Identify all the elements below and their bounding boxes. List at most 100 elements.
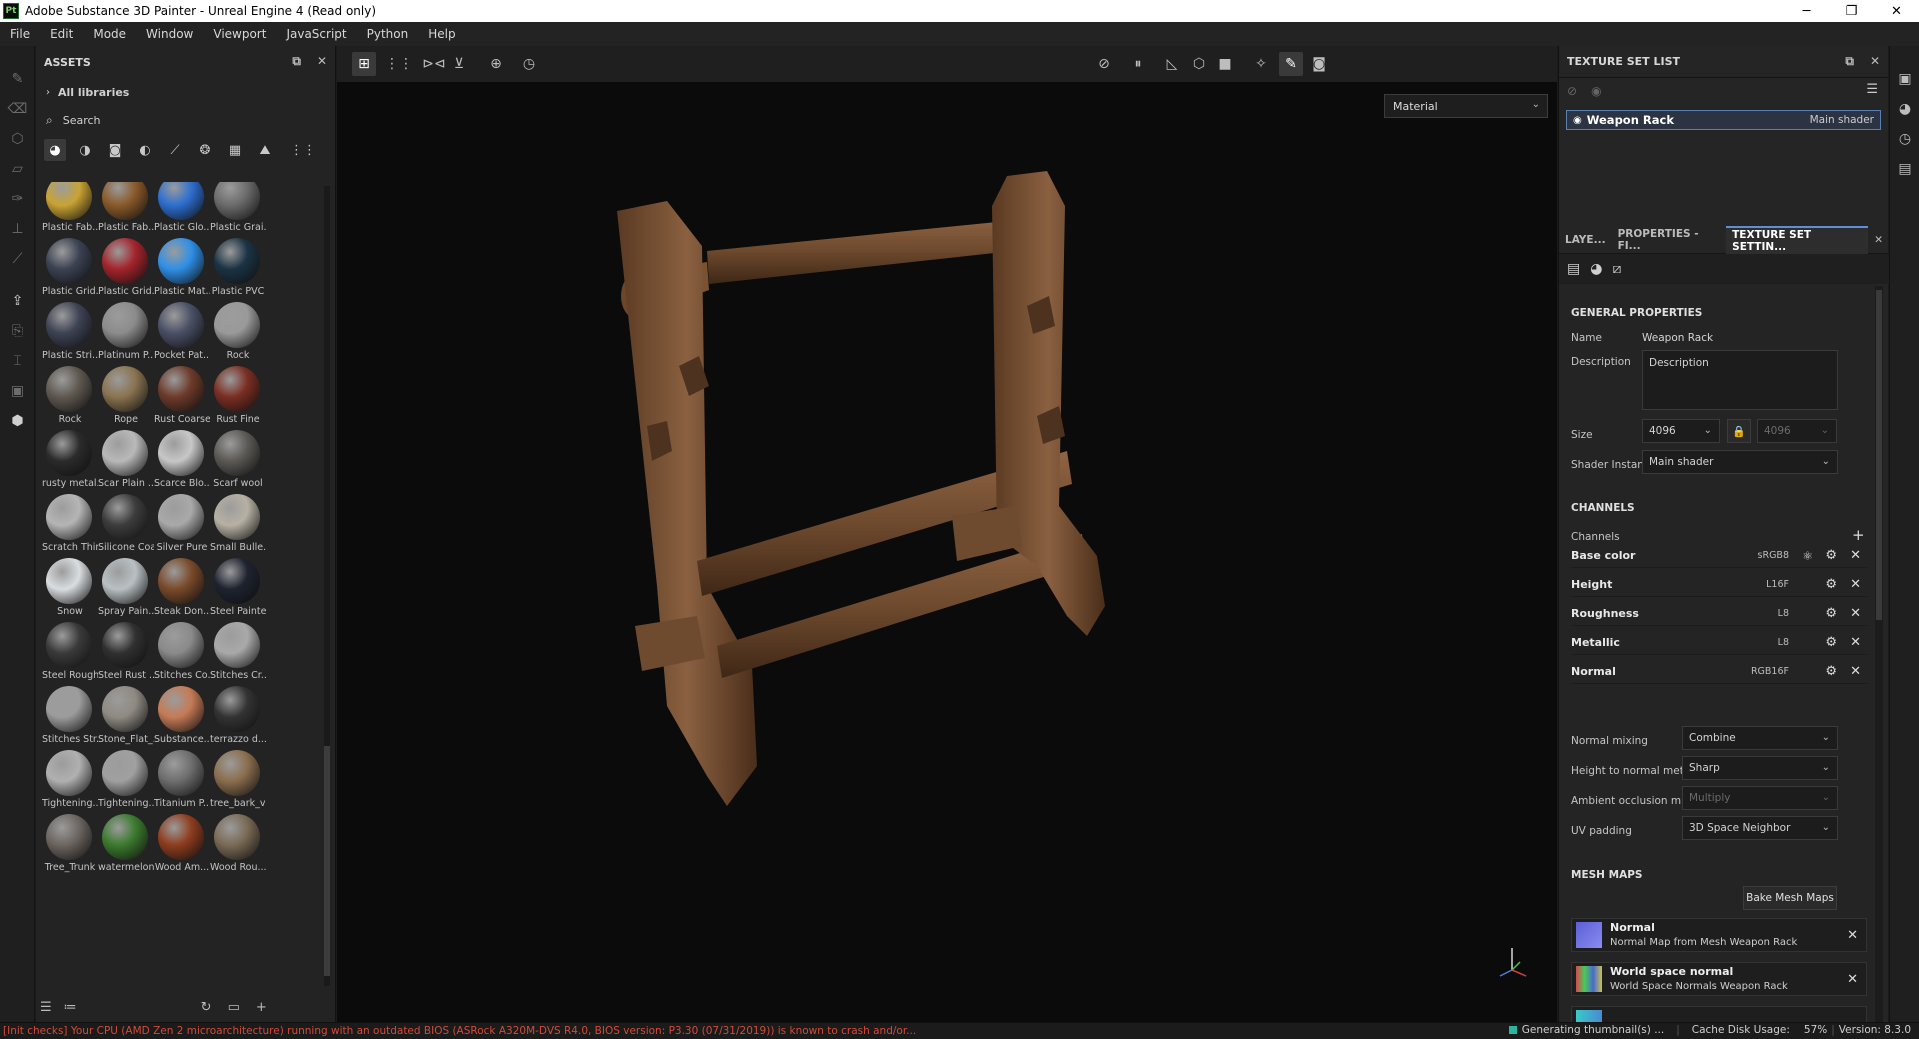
refresh-icon[interactable]: ↻ <box>201 1000 212 1015</box>
mesh-icon[interactable]: ⬢ <box>0 406 35 436</box>
tab-layers[interactable]: LAYE... <box>1559 226 1612 254</box>
history-icon[interactable]: ◷ <box>1890 124 1919 154</box>
eraser-icon[interactable]: ⌫ <box>0 94 35 124</box>
gear-icon[interactable]: ⚙ <box>1825 548 1837 563</box>
align-icon[interactable]: ⊻ <box>447 52 471 76</box>
gear-icon[interactable]: ⚙ <box>1825 577 1837 592</box>
mesh-map-item[interactable]: Normal Normal Map from Mesh Weapon Rack … <box>1571 918 1867 952</box>
projection-icon[interactable]: ⬡ <box>0 124 35 154</box>
search-input[interactable]: Search <box>63 114 101 127</box>
hide-icon[interactable]: ⊘ <box>1092 52 1116 76</box>
palette-icon[interactable]: ⚛ <box>1802 549 1813 563</box>
mesh-map-item[interactable] <box>1571 1006 1867 1022</box>
settings-scrollbar[interactable] <box>1875 286 1883 1022</box>
texture-set-item[interactable]: ◉ Weapon Rack Main shader <box>1566 110 1881 130</box>
eye-icon[interactable]: ◉ <box>1591 84 1601 98</box>
alphas-filter-icon[interactable]: ❂ <box>194 139 216 161</box>
size-select[interactable]: 4096 ⌄ <box>1642 419 1720 443</box>
remove-mesh-map-icon[interactable]: ✕ <box>1847 972 1858 987</box>
brushes-filter-icon[interactable]: ⟋ <box>164 139 186 161</box>
log-icon[interactable]: ▤ <box>1890 154 1919 184</box>
channel-format[interactable]: L8 <box>1778 637 1789 648</box>
uv-tab-icon[interactable]: ⧄ <box>1612 261 1621 277</box>
menu-icon[interactable]: ☰ <box>1866 82 1878 97</box>
add-asset-icon[interactable]: + <box>256 1000 267 1015</box>
textures-filter-icon[interactable]: ◙ <box>104 139 126 161</box>
close-panel-icon[interactable]: ✕ <box>1870 54 1880 69</box>
gear-icon[interactable]: ⚙ <box>1825 664 1837 679</box>
menu-window[interactable]: Window <box>136 27 203 41</box>
search-row[interactable]: ⌕ Search <box>36 106 335 134</box>
float-panel-icon[interactable]: ⧉ <box>292 54 301 69</box>
normal-mixing-select[interactable]: Combine ⌄ <box>1682 726 1838 750</box>
bake-icon[interactable]: ⎘ <box>0 316 35 346</box>
remove-channel-icon[interactable]: ✕ <box>1850 548 1861 563</box>
visibility-icon[interactable]: ◉ <box>1573 115 1582 126</box>
float-panel-icon[interactable]: ⧉ <box>1845 54 1854 69</box>
paint-mode-icon[interactable]: ✎ <box>1279 52 1303 76</box>
description-field[interactable]: Description <box>1642 350 1838 410</box>
smart-materials-filter-icon[interactable]: ◑ <box>74 139 96 161</box>
assets-scrollbar[interactable] <box>324 186 330 986</box>
close-button[interactable]: ✕ <box>1874 0 1919 22</box>
hide-all-icon[interactable]: ⊘ <box>1567 84 1577 98</box>
channel-format[interactable]: L8 <box>1778 608 1789 619</box>
add-icon[interactable]: ⊕ <box>484 52 508 76</box>
materials-filter-icon[interactable]: ◕ <box>44 139 66 161</box>
material-tab-icon[interactable]: ◕ <box>1590 261 1602 277</box>
close-panel-icon[interactable]: ✕ <box>317 54 327 69</box>
lock-icon[interactable]: 🔒 <box>1727 419 1751 443</box>
viewport[interactable]: ⊞ ⋮⋮ ⊳⊲ ⊻ ⊕ ◷ ⊘ ⏸ ◺ ⬡ ■ ✧ ✎ ◙ Material ⌄ <box>337 46 1557 1022</box>
tab-texture-set-settings[interactable]: TEXTURE SET SETTIN... <box>1726 225 1869 254</box>
gear-icon[interactable]: ⚙ <box>1825 606 1837 621</box>
menu-file[interactable]: File <box>0 27 40 41</box>
grid-mode-icon[interactable]: ⋮⋮ <box>385 52 413 76</box>
channel-row[interactable]: Base color sRGB8 ⚛ ⚙ ✕ <box>1571 544 1867 568</box>
geometry-mask-icon[interactable]: ▱ <box>0 154 35 184</box>
tab-properties[interactable]: PROPERTIES - FI... <box>1612 226 1727 254</box>
screenshot-icon[interactable]: ◙ <box>1307 52 1331 76</box>
menu-viewport[interactable]: Viewport <box>203 27 276 41</box>
close-tab-icon[interactable]: ✕ <box>1868 226 1889 254</box>
display-mode-select[interactable]: Material ⌄ <box>1384 94 1548 118</box>
restore-button[interactable]: ❐ <box>1829 0 1874 22</box>
environments-filter-icon[interactable]: ⛰ <box>254 139 276 161</box>
tree-view-icon[interactable]: ≔ <box>64 1000 77 1015</box>
height-normal-select[interactable]: Sharp ⌄ <box>1682 756 1838 780</box>
channel-format[interactable]: L16F <box>1766 579 1789 590</box>
status-warning[interactable]: [Init checks] Your CPU (AMD Zen 2 microa… <box>0 1025 1000 1037</box>
grunges-filter-icon[interactable]: ▦ <box>224 139 246 161</box>
camera-icon[interactable]: ■ <box>1213 52 1237 76</box>
remove-channel-icon[interactable]: ✕ <box>1850 664 1861 679</box>
menu-mode[interactable]: Mode <box>83 27 136 41</box>
export-icon[interactable]: ⇪ <box>0 286 35 316</box>
channel-format[interactable]: RGB16F <box>1751 666 1789 677</box>
view-3d-icon[interactable]: ⬡ <box>1187 52 1211 76</box>
symmetry-icon[interactable]: ⊳⊲ <box>422 52 446 76</box>
menu-help[interactable]: Help <box>418 27 465 41</box>
clone-stamp-icon[interactable]: ⊥ <box>0 214 35 244</box>
shader-instance-select[interactable]: Main shader ⌄ <box>1642 450 1838 474</box>
remove-channel-icon[interactable]: ✕ <box>1850 606 1861 621</box>
channel-row[interactable]: Metallic L8 ⚙ ✕ <box>1571 631 1867 655</box>
bake-mesh-maps-button[interactable]: Bake Mesh Maps <box>1743 886 1837 910</box>
channel-row[interactable]: Height L16F ⚙ ✕ <box>1571 573 1867 597</box>
paint-brush-icon[interactable]: ✎ <box>0 64 35 94</box>
menu-python[interactable]: Python <box>357 27 419 41</box>
smudge-icon[interactable]: ✑ <box>0 184 35 214</box>
minimize-button[interactable]: ─ <box>1784 0 1829 22</box>
pause-icon[interactable]: ⏸ <box>1126 52 1150 76</box>
color-picker-icon[interactable]: ⟋ <box>0 244 35 274</box>
lighting-icon[interactable]: ✧ <box>1249 52 1273 76</box>
remove-channel-icon[interactable]: ✕ <box>1850 577 1861 592</box>
history-icon[interactable]: ◷ <box>517 52 541 76</box>
menu-edit[interactable]: Edit <box>40 27 83 41</box>
ruler-icon[interactable]: ⌶ <box>0 346 35 376</box>
grid-view-icon[interactable]: ⋮⋮ <box>290 139 316 161</box>
add-channel-icon[interactable]: + <box>1852 526 1865 544</box>
display-settings-icon[interactable]: ▣ <box>1890 64 1919 94</box>
asset-thumbnail[interactable]: Wood Rou... <box>210 814 276 892</box>
list-view-icon[interactable]: ☰ <box>40 1000 52 1015</box>
shader-settings-icon[interactable]: ◕ <box>1890 94 1919 124</box>
library-selector[interactable]: › All libraries <box>36 78 335 106</box>
